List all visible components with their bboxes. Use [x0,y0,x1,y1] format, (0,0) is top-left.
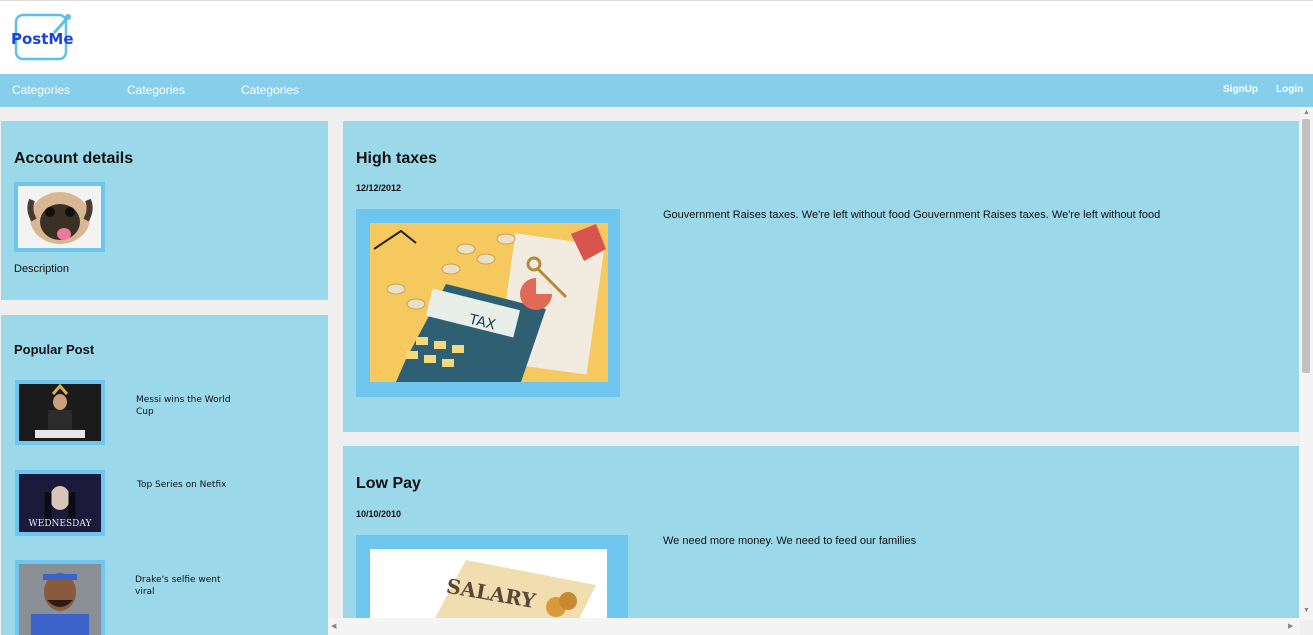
post-card-low-pay: Low Pay 10/10/2010 SALARY We need more m… [343,446,1299,635]
login-link[interactable]: Login [1276,84,1303,95]
scroll-right-icon[interactable]: ▶ [1288,622,1293,630]
post-image-tax: TAX [356,209,620,397]
popular-thumb-3[interactable] [15,560,105,635]
scroll-down-icon[interactable]: ▼ [1303,607,1310,614]
popular-post-2[interactable]: Top Series on Netfix [137,479,242,491]
nav-categories-2[interactable]: Categories [127,83,185,97]
postme-logo[interactable]: PostMe [10,11,76,65]
nav-categories-1[interactable]: Categories [12,83,70,97]
avatar [14,182,105,252]
horizontal-scrollbar[interactable]: ◀ ▶ [328,618,1300,635]
scroll-thumb[interactable] [1302,119,1310,373]
header: PostMe [0,0,1313,74]
scroll-up-icon[interactable]: ▲ [1303,109,1310,116]
logo-text: PostMe [11,30,74,48]
vertical-scrollbar[interactable]: ▲ ▼ [1300,107,1313,620]
account-title: Account details [14,150,134,167]
popular-card: Popular Post Messi wins the World Cup WE… [1,315,328,635]
account-description: Description [14,263,70,275]
signup-link[interactable]: SignUp [1223,84,1258,95]
post-date: 12/12/2012 [356,183,402,193]
post-title[interactable]: Low Pay [356,475,421,493]
post-title[interactable]: High taxes [356,150,437,168]
post-date: 10/10/2010 [356,509,402,519]
popular-post-3[interactable]: Drake's selfie went viral [135,574,240,598]
account-card: Account details Description [1,121,328,300]
popular-thumb-2[interactable]: WEDNESDAY [15,470,105,536]
scroll-left-icon[interactable]: ◀ [331,622,336,630]
nav-bar: Categories Categories Categories SignUp … [0,74,1313,107]
popular-post-1[interactable]: Messi wins the World Cup [136,394,241,418]
post-body: We need more money. We need to feed our … [663,535,917,547]
nav-categories-3[interactable]: Categories [241,83,299,97]
post-body: Gouvernment Raises taxes. We're left wit… [663,209,1161,221]
wednesday-text: WEDNESDAY [29,519,93,529]
post-card-high-taxes: High taxes 12/12/2012 TAX Gouvernment Ra… [343,121,1299,432]
popular-title: Popular Post [14,342,95,357]
popular-thumb-1[interactable] [15,380,105,445]
